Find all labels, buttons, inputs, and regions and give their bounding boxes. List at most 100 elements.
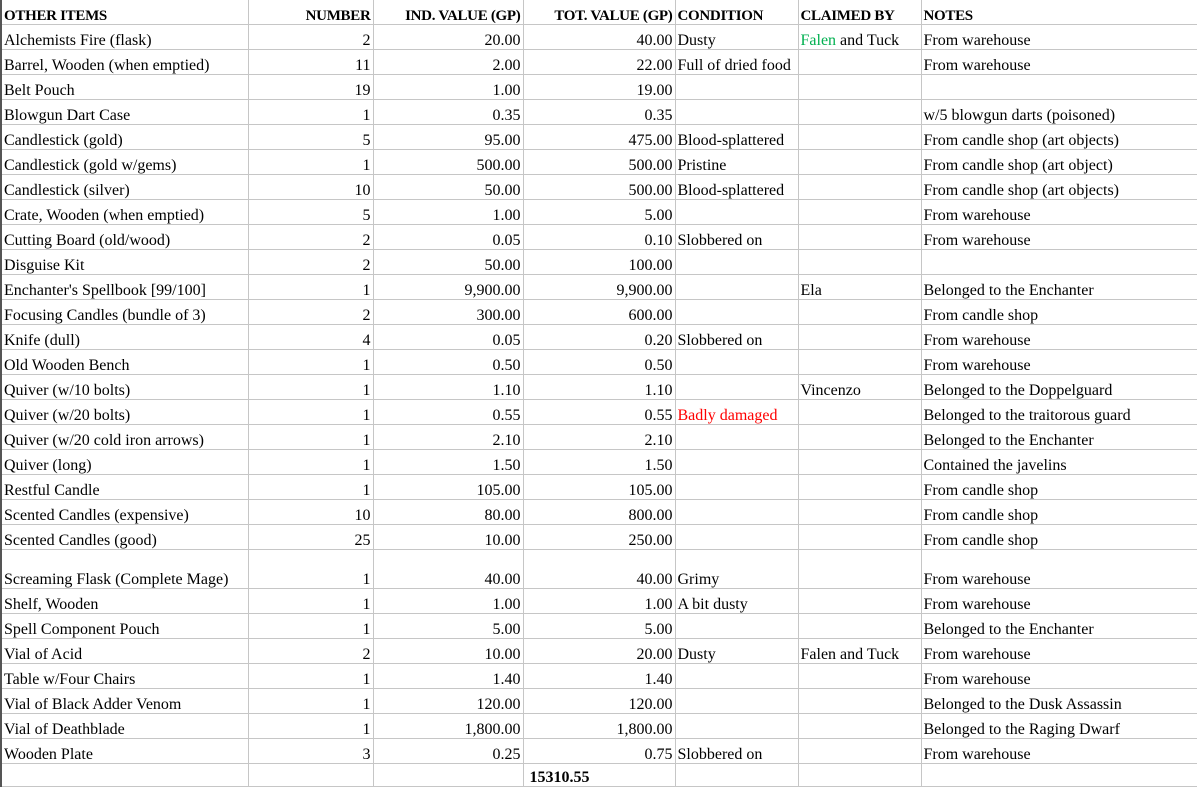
cell-tot-value[interactable]: 500.00: [523, 149, 676, 175]
cell-name[interactable]: Quiver (long): [2, 449, 249, 475]
cell-tot-value[interactable]: 0.10: [523, 224, 676, 250]
cell-name[interactable]: Disguise Kit: [2, 249, 249, 275]
cell-number[interactable]: 5: [248, 199, 374, 225]
cell-name[interactable]: Shelf, Wooden: [2, 588, 249, 614]
cell-ind-value[interactable]: 2.10: [373, 424, 524, 450]
cell-claimed-by[interactable]: [798, 738, 922, 764]
cell-condition[interactable]: [675, 688, 799, 714]
cell-number[interactable]: 3: [248, 738, 374, 764]
cell-claimed-by[interactable]: Ela: [798, 274, 922, 300]
cell-name[interactable]: Knife (dull): [2, 324, 249, 350]
cell-ind-value[interactable]: 80.00: [373, 499, 524, 525]
cell-notes[interactable]: From candle shop: [921, 474, 1197, 500]
grand-total-value[interactable]: 15310.55: [523, 763, 676, 787]
cell-condition[interactable]: Full of dried food: [675, 49, 799, 75]
cell-ind-value[interactable]: 500.00: [373, 149, 524, 175]
cell-tot-value[interactable]: 20.00: [523, 638, 676, 664]
cell-number[interactable]: 10: [248, 499, 374, 525]
cell-tot-value[interactable]: 1.00: [523, 588, 676, 614]
cell-name[interactable]: Cutting Board (old/wood): [2, 224, 249, 250]
cell-tot-value[interactable]: 0.55: [523, 399, 676, 425]
cell-tot-value[interactable]: 0.50: [523, 349, 676, 375]
cell-ind-value[interactable]: 0.50: [373, 349, 524, 375]
cell-ind-value[interactable]: 5.00: [373, 613, 524, 639]
cell-claimed-by[interactable]: Vincenzo: [798, 374, 922, 400]
header-cell-notes[interactable]: NOTES: [921, 0, 1197, 25]
cell-condition[interactable]: [675, 499, 799, 525]
empty-cell[interactable]: [248, 763, 374, 787]
cell-number[interactable]: 2: [248, 249, 374, 275]
cell-ind-value[interactable]: 120.00: [373, 688, 524, 714]
cell-condition[interactable]: [675, 374, 799, 400]
cell-claimed-by[interactable]: Falen and Tuck: [798, 24, 922, 50]
cell-tot-value[interactable]: 40.00: [523, 549, 676, 589]
cell-notes[interactable]: Belonged to the Enchanter: [921, 613, 1197, 639]
cell-claimed-by[interactable]: [798, 588, 922, 614]
cell-notes[interactable]: [921, 249, 1197, 275]
cell-tot-value[interactable]: 100.00: [523, 249, 676, 275]
header-cell-name[interactable]: OTHER ITEMS: [2, 0, 249, 25]
cell-number[interactable]: 1: [248, 588, 374, 614]
header-cell-ind-value[interactable]: IND. VALUE (GP): [373, 0, 524, 25]
cell-number[interactable]: 19: [248, 74, 374, 100]
cell-claimed-by[interactable]: [798, 49, 922, 75]
cell-condition[interactable]: Pristine: [675, 149, 799, 175]
header-cell-condition[interactable]: CONDITION: [675, 0, 799, 25]
cell-condition[interactable]: [675, 524, 799, 550]
cell-notes[interactable]: From warehouse: [921, 199, 1197, 225]
cell-tot-value[interactable]: 40.00: [523, 24, 676, 50]
cell-notes[interactable]: Belonged to the traitorous guard: [921, 399, 1197, 425]
cell-claimed-by[interactable]: [798, 424, 922, 450]
header-cell-claimed-by[interactable]: CLAIMED BY: [798, 0, 922, 25]
cell-ind-value[interactable]: 0.25: [373, 738, 524, 764]
cell-ind-value[interactable]: 50.00: [373, 174, 524, 200]
cell-tot-value[interactable]: 2.10: [523, 424, 676, 450]
cell-name[interactable]: Candlestick (gold w/gems): [2, 149, 249, 175]
cell-tot-value[interactable]: 19.00: [523, 74, 676, 100]
cell-condition[interactable]: [675, 713, 799, 739]
cell-notes[interactable]: From candle shop (art objects): [921, 124, 1197, 150]
cell-ind-value[interactable]: 1.00: [373, 199, 524, 225]
cell-claimed-by[interactable]: [798, 124, 922, 150]
cell-claimed-by[interactable]: [798, 99, 922, 125]
cell-condition[interactable]: [675, 449, 799, 475]
cell-claimed-by[interactable]: [798, 249, 922, 275]
cell-notes[interactable]: From warehouse: [921, 224, 1197, 250]
cell-tot-value[interactable]: 1.40: [523, 663, 676, 689]
cell-condition[interactable]: Dusty: [675, 24, 799, 50]
cell-name[interactable]: Candlestick (silver): [2, 174, 249, 200]
cell-name[interactable]: Scented Candles (good): [2, 524, 249, 550]
cell-claimed-by[interactable]: [798, 349, 922, 375]
cell-name[interactable]: Scented Candles (expensive): [2, 499, 249, 525]
cell-claimed-by[interactable]: [798, 663, 922, 689]
cell-tot-value[interactable]: 5.00: [523, 613, 676, 639]
cell-ind-value[interactable]: 1.10: [373, 374, 524, 400]
cell-claimed-by[interactable]: [798, 149, 922, 175]
cell-condition[interactable]: [675, 74, 799, 100]
cell-notes[interactable]: Belonged to the Enchanter: [921, 424, 1197, 450]
cell-notes[interactable]: From candle shop (art objects): [921, 174, 1197, 200]
cell-ind-value[interactable]: 2.00: [373, 49, 524, 75]
cell-condition[interactable]: Slobbered on: [675, 224, 799, 250]
cell-notes[interactable]: Belonged to the Raging Dwarf: [921, 713, 1197, 739]
cell-tot-value[interactable]: 250.00: [523, 524, 676, 550]
cell-ind-value[interactable]: 40.00: [373, 549, 524, 589]
cell-condition[interactable]: Blood-splattered: [675, 124, 799, 150]
cell-notes[interactable]: From warehouse: [921, 738, 1197, 764]
cell-tot-value[interactable]: 600.00: [523, 299, 676, 325]
cell-number[interactable]: 1: [248, 374, 374, 400]
cell-name[interactable]: Quiver (w/10 bolts): [2, 374, 249, 400]
cell-condition[interactable]: [675, 663, 799, 689]
cell-ind-value[interactable]: 0.35: [373, 99, 524, 125]
cell-notes[interactable]: From candle shop: [921, 299, 1197, 325]
cell-number[interactable]: 1: [248, 549, 374, 589]
empty-cell[interactable]: [798, 763, 922, 787]
cell-condition[interactable]: [675, 349, 799, 375]
cell-ind-value[interactable]: 0.05: [373, 324, 524, 350]
cell-condition[interactable]: Slobbered on: [675, 738, 799, 764]
cell-notes[interactable]: [921, 74, 1197, 100]
cell-ind-value[interactable]: 0.05: [373, 224, 524, 250]
cell-notes[interactable]: From warehouse: [921, 24, 1197, 50]
cell-condition[interactable]: Blood-splattered: [675, 174, 799, 200]
cell-name[interactable]: Enchanter's Spellbook [99/100]: [2, 274, 249, 300]
